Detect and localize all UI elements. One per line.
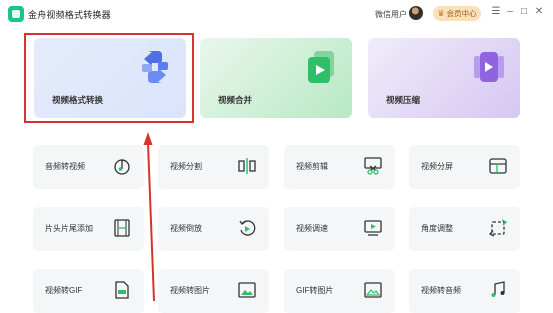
format-convert-card[interactable]: 视频格式转换 [34,38,186,118]
close-icon[interactable]: ✕ [533,6,545,18]
tool-label: 视频转音频 [421,286,461,295]
tool-label: 视频剪辑 [296,162,328,171]
speed-icon [364,220,382,236]
music-note-icon [114,159,130,175]
tool-gif-to-image[interactable]: GIF转图片 [284,269,395,313]
scissors-icon [364,157,382,175]
split-icon [238,158,256,174]
gif-image-icon [364,282,382,298]
reverse-icon [239,220,256,236]
tool-video-speed[interactable]: 视频调速 [284,207,395,251]
title-bar: 金舟视频格式转换器 微信用户 ♛ 会员中心 ☰ – □ ✕ [0,0,553,28]
maximize-icon[interactable]: □ [518,6,530,18]
tool-label: 视频转图片 [170,286,210,295]
menu-icon[interactable]: ☰ [490,6,502,18]
gif-file-icon [115,281,129,299]
tool-video-split-screen[interactable]: 视频分屏 [409,145,520,189]
app-title: 金舟视频格式转换器 [28,10,111,20]
rotate-icon [488,219,508,237]
format-convert-icon [142,51,168,83]
tool-label: GIF转图片 [296,286,334,295]
tool-label: 角度调整 [421,224,453,233]
video-compress-icon [474,52,504,82]
film-icon [114,219,130,237]
tool-audio-to-video[interactable]: 音频转视频 [33,145,144,189]
tool-video-to-image[interactable]: 视频转图片 [158,269,269,313]
tool-intro-outro[interactable]: 片头片尾添加 [33,207,144,251]
tool-video-to-gif[interactable]: 视频转GIF [33,269,144,313]
tool-angle-adjust[interactable]: 角度调整 [409,207,520,251]
tool-label: 视频转GIF [45,286,83,295]
vip-center-button[interactable]: ♛ 会员中心 [433,6,481,21]
tool-label: 视频调速 [296,224,328,233]
tool-video-reverse[interactable]: 视频倒放 [158,207,269,251]
video-merge-label: 视频合并 [218,95,253,105]
tool-label: 音频转视频 [45,162,85,171]
tool-video-to-audio[interactable]: 视频转音频 [409,269,520,313]
video-compress-label: 视频压缩 [386,95,421,105]
video-merge-card[interactable]: 视频合并 [200,38,352,118]
minimize-icon[interactable]: – [504,6,516,18]
format-convert-label: 视频格式转换 [52,95,104,105]
app-logo [8,6,24,22]
video-compress-card[interactable]: 视频压缩 [368,38,520,118]
tool-video-split[interactable]: 视频分割 [158,145,269,189]
tool-video-edit[interactable]: 视频剪辑 [284,145,395,189]
user-name[interactable]: 微信用户 [375,9,407,20]
vip-center-label: 会员中心 [446,9,477,18]
audio-note-icon [491,281,505,297]
split-screen-icon [489,158,507,174]
tool-label: 视频分割 [170,162,202,171]
video-merge-icon [308,51,334,83]
avatar[interactable] [409,6,423,20]
tool-label: 视频分屏 [421,162,453,171]
crown-icon: ♛ [437,9,445,18]
tool-label: 片头片尾添加 [45,224,93,233]
image-icon [238,282,256,298]
tool-label: 视频倒放 [170,224,202,233]
